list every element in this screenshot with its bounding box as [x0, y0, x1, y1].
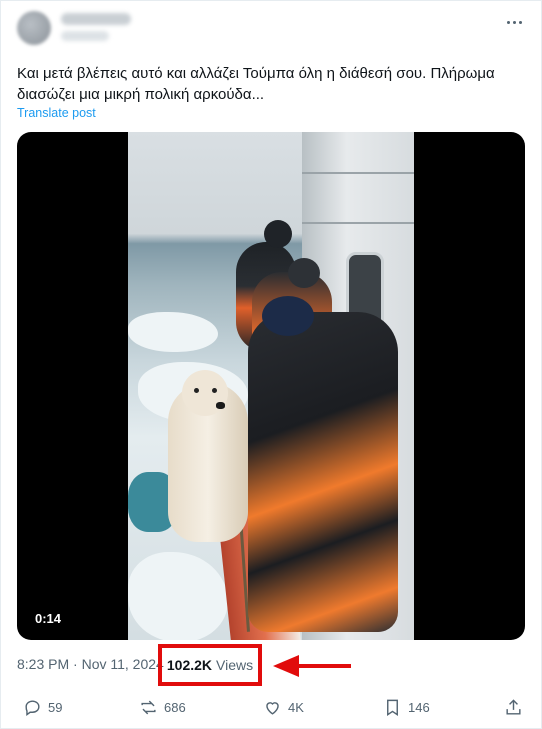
repost-icon [141, 700, 156, 715]
bookmark-button[interactable]: 146 [383, 698, 430, 717]
like-button[interactable]: 4K [263, 698, 304, 717]
share-icon [506, 699, 521, 715]
post-timestamp[interactable]: 8:23 PM · Nov 11, 2024 [17, 656, 164, 672]
like-count: 4K [288, 700, 304, 715]
views-label: Views [216, 657, 254, 673]
post-text: Και μετά βλέπεις αυτό και αλλάζει Τούμπα… [17, 65, 495, 103]
author-name-blurred[interactable] [61, 13, 131, 25]
reply-button[interactable]: 59 [23, 698, 62, 717]
video-player[interactable]: 0:14 [17, 132, 525, 640]
bookmark-icon [387, 699, 398, 716]
bookmark-count: 146 [408, 700, 430, 715]
views-highlight-box[interactable]: 102.2K Views [158, 644, 262, 686]
avatar[interactable] [17, 11, 51, 45]
translate-link[interactable]: Translate post [17, 106, 96, 120]
reply-count: 59 [48, 700, 63, 715]
video-duration: 0:14 [35, 611, 62, 626]
tweet-card: Και μετά βλέπεις αυτό και αλλάζει Τούμπα… [0, 0, 542, 729]
views-count: 102.2K [166, 657, 213, 673]
reply-icon [25, 700, 40, 717]
author-handle-blurred[interactable] [61, 31, 109, 41]
share-button[interactable] [504, 698, 523, 717]
red-arrow-annotation [273, 655, 351, 677]
action-bar: 59 686 4K 146 [1, 698, 542, 722]
repost-count: 686 [164, 700, 186, 715]
video-frame [128, 132, 414, 640]
repost-button[interactable]: 686 [139, 698, 186, 717]
heart-icon [266, 702, 279, 715]
more-options-icon[interactable] [503, 15, 525, 29]
